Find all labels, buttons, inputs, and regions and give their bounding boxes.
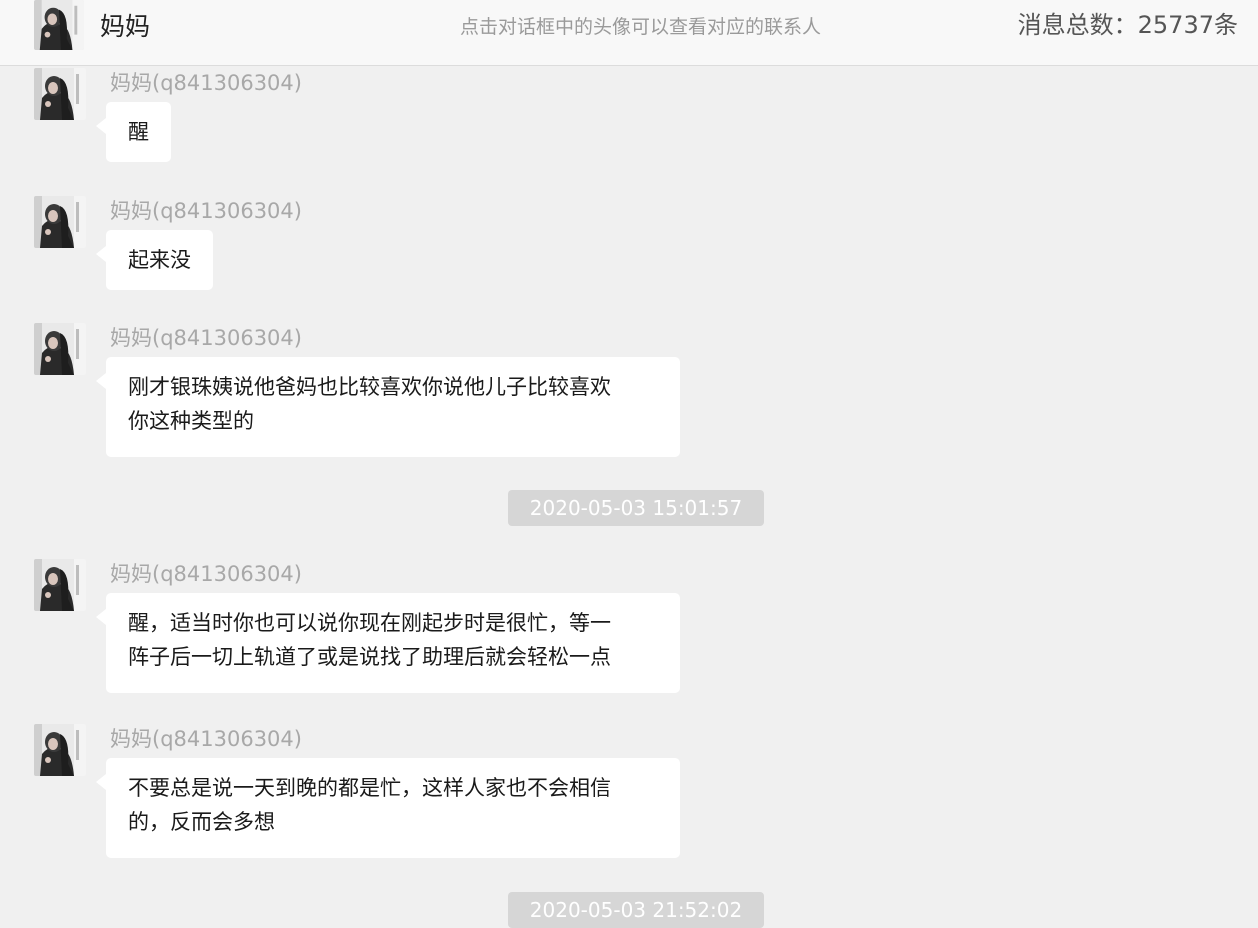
contact-avatar[interactable] [34, 0, 84, 50]
chat-title: 妈妈 [100, 12, 151, 41]
sender-avatar[interactable] [34, 323, 86, 375]
sender-name: 妈妈(q841306304) [110, 727, 302, 751]
message-bubble[interactable]: 不要总是说一天到晚的都是忙，这样人家也不会相信 的，反而会多想 [96, 758, 680, 858]
message-bubble[interactable]: 起来没 [96, 230, 213, 290]
sender-name: 妈妈(q841306304) [110, 71, 302, 95]
avatar-photo-icon [34, 559, 86, 611]
sender-avatar[interactable] [34, 68, 86, 120]
message-text: 醒 [128, 120, 149, 144]
sender-name: 妈妈(q841306304) [110, 199, 302, 223]
sender-avatar[interactable] [34, 559, 86, 611]
message-bubble[interactable]: 醒 [96, 102, 171, 162]
avatar-hint-text: 点击对话框中的头像可以查看对应的联系人 [460, 16, 822, 38]
sender-name: 妈妈(q841306304) [110, 562, 302, 586]
message-text-line: 的，反而会多想 [128, 810, 275, 834]
sender-avatar[interactable] [34, 724, 86, 776]
message-text-line: 醒，适当时你也可以说你现在刚起步时是很忙，等一 [128, 611, 611, 635]
sender-name: 妈妈(q841306304) [110, 326, 302, 350]
message-bubble[interactable]: 醒，适当时你也可以说你现在刚起步时是很忙，等一 阵子后一切上轨道了或是说找了助理… [96, 593, 680, 693]
message-count: 消息总数：25737条 [1017, 11, 1238, 39]
message-text-line: 你这种类型的 [128, 409, 254, 433]
avatar-photo-icon [34, 323, 86, 375]
timestamp-divider: 2020-05-03 15:01:57 [508, 490, 764, 526]
avatar-photo-icon [34, 724, 86, 776]
message-text-line: 不要总是说一天到晚的都是忙，这样人家也不会相信 [128, 776, 611, 800]
message-bubble[interactable]: 刚才银珠姨说他爸妈也比较喜欢你说他儿子比较喜欢 你这种类型的 [96, 357, 680, 457]
message-text-line: 阵子后一切上轨道了或是说找了助理后就会轻松一点 [128, 645, 611, 669]
message-text: 起来没 [128, 248, 191, 272]
avatar-photo-icon [34, 0, 84, 50]
avatar-photo-icon [34, 196, 86, 248]
chat-header: 妈妈 点击对话框中的头像可以查看对应的联系人 消息总数：25737条 [0, 0, 1258, 66]
avatar-photo-icon [34, 68, 86, 120]
message-text-line: 刚才银珠姨说他爸妈也比较喜欢你说他儿子比较喜欢 [128, 375, 611, 399]
sender-avatar[interactable] [34, 196, 86, 248]
